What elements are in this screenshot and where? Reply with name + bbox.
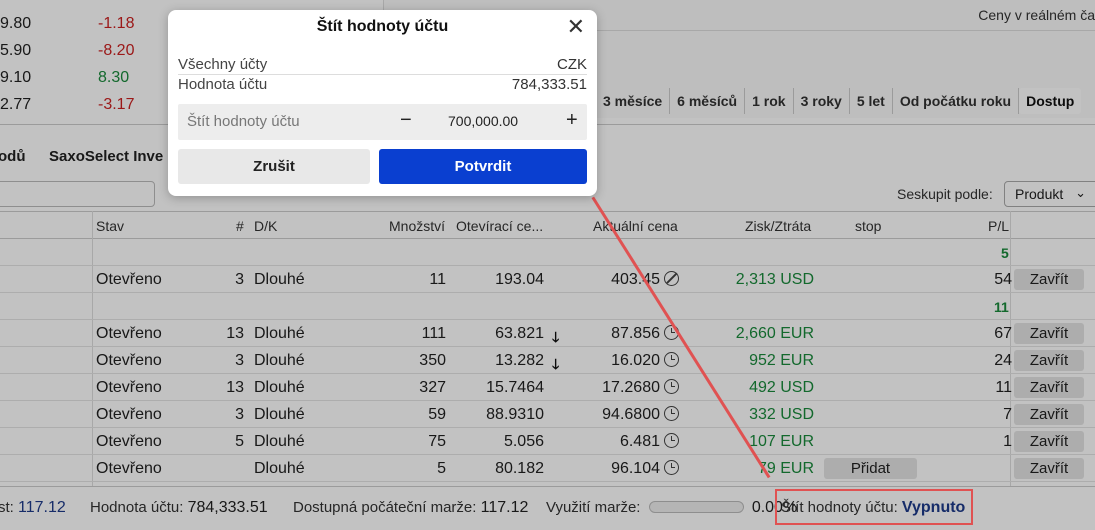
confirm-button[interactable]: Potvrdit [379, 149, 587, 184]
cancel-button[interactable]: Zrušit [178, 149, 370, 184]
currency-value: CZK [557, 56, 587, 73]
shield-value-input[interactable]: 700,000.00 [448, 113, 518, 129]
close-icon[interactable]: ✕ [567, 16, 585, 38]
divider [178, 74, 587, 75]
dialog-title: Štít hodnoty účtu [316, 18, 449, 35]
all-accounts-label: Všechny účty [178, 56, 268, 73]
shield-value-placeholder: Štít hodnoty účtu [187, 113, 300, 130]
account-shield-dialog: Štít hodnoty účtu ✕ Všechny účty CZK Hod… [168, 10, 597, 196]
all-accounts-row: Všechny účty CZK [178, 56, 587, 73]
increment-button[interactable]: + [566, 109, 578, 132]
account-value-row: Hodnota účtu 784,333.51 [178, 76, 587, 93]
decrement-button[interactable]: − [400, 109, 412, 132]
account-value-label: Hodnota účtu [178, 76, 268, 93]
annotation-highlight [775, 489, 973, 525]
shield-value-stepper[interactable]: Štít hodnoty účtu − 700,000.00 + [178, 104, 587, 140]
account-value: 784,333.51 [511, 76, 587, 93]
